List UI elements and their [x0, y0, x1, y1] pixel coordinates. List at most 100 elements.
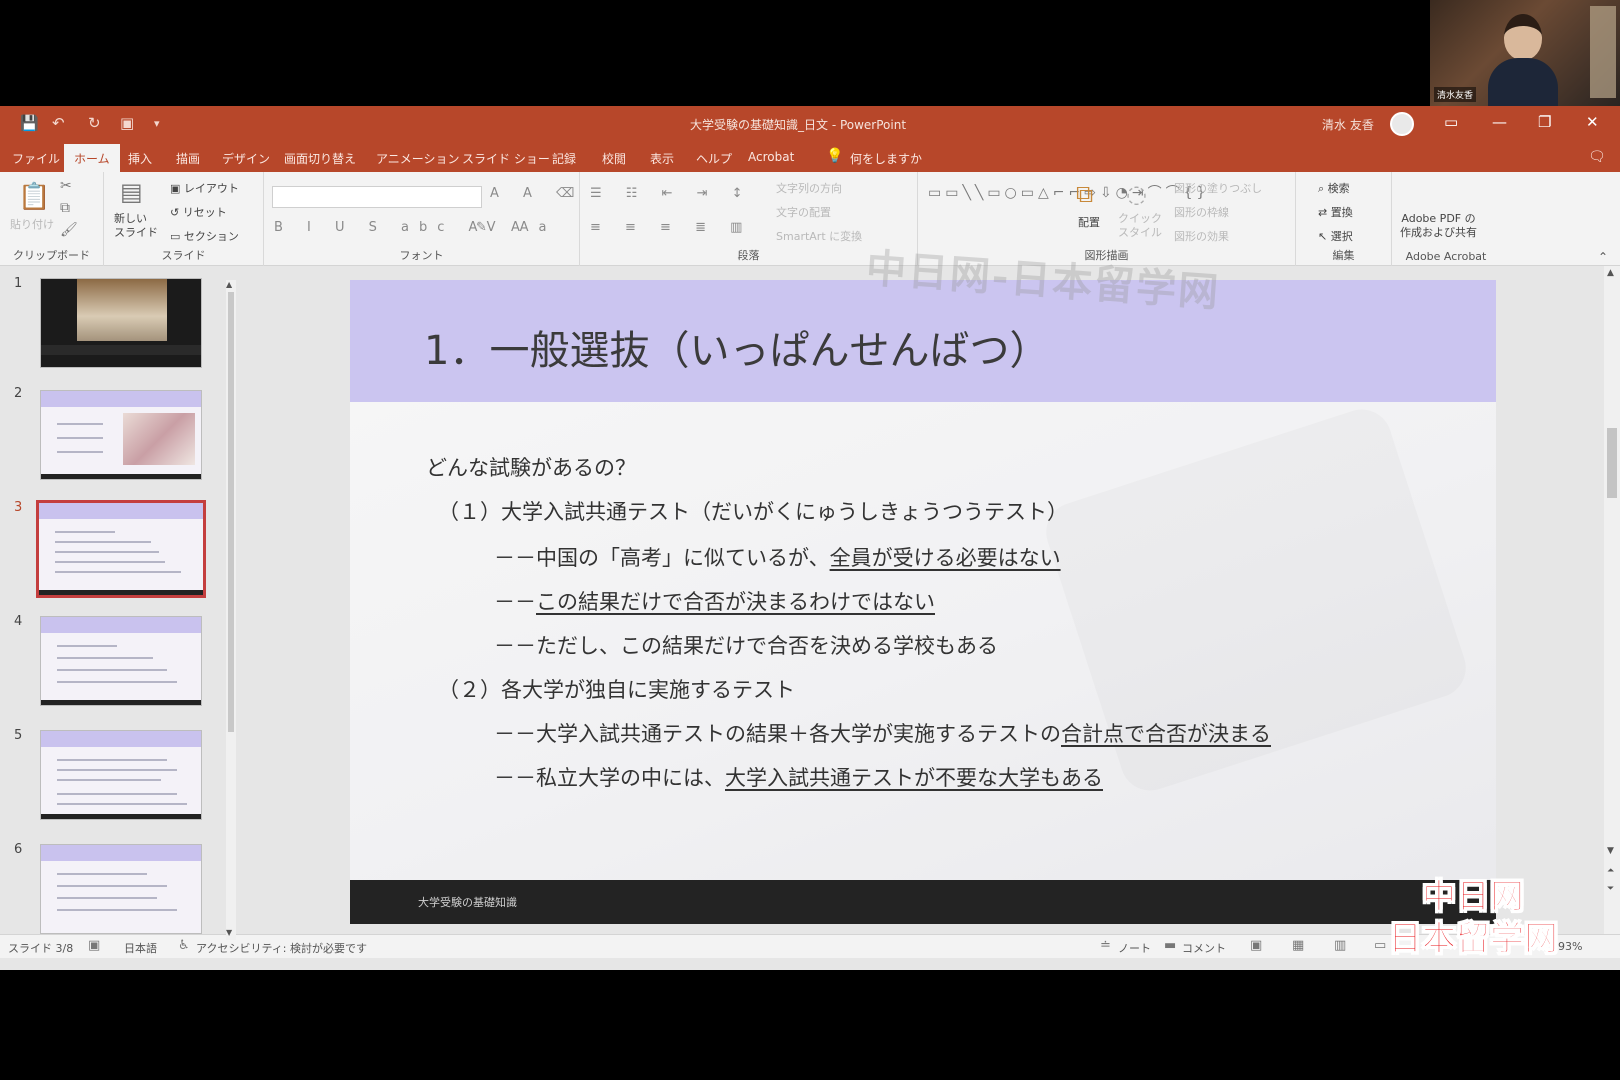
thumbnail-scrollbar-thumb[interactable] [228, 292, 234, 732]
scroll-up-icon[interactable]: ▲ [1607, 268, 1614, 278]
thumbnail-line [57, 897, 157, 899]
tab-slideshow[interactable]: スライド ショー [462, 150, 550, 167]
shapes-gallery[interactable]: ▭▭╲╲▭○▭△⌐⌐⇨⇩◔⇥⌒⌒{} [928, 182, 1205, 204]
user-avatar-icon[interactable] [1390, 112, 1414, 136]
thumb-scroll-up-icon[interactable]: ▲ [226, 280, 232, 289]
redo-icon[interactable]: ↻ [88, 114, 101, 132]
tab-review[interactable]: 校閲 [602, 150, 626, 167]
slide-item-2[interactable]: （２）各大学が独自に実施するテスト [438, 674, 795, 704]
font-name-box[interactable] [272, 186, 482, 208]
next-slide-icon[interactable]: ⏷ [1607, 884, 1614, 894]
select-button[interactable]: ↖ 選択 [1318, 228, 1353, 244]
new-slide-icon[interactable]: ▤ [120, 178, 143, 206]
slide-bullet-2[interactable]: －－この結果だけで合否が決まるわけではない [494, 586, 935, 616]
slide-bullet-3[interactable]: －－ただし、この結果だけで合否を決める学校もある [494, 630, 998, 660]
slide-sorter-icon[interactable]: ▦ [1292, 938, 1304, 953]
paste-icon[interactable]: 📋 [18, 182, 50, 212]
tab-help[interactable]: ヘルプ [696, 150, 732, 167]
shape-fill-button[interactable]: 図形の塗りつぶし [1174, 180, 1262, 196]
reset-button[interactable]: ↺ リセット [170, 204, 227, 220]
comment-icon[interactable]: ▬ [1164, 938, 1176, 953]
cut-icon[interactable]: ✂ [60, 178, 72, 194]
maximize-icon[interactable]: ❐ [1538, 113, 1551, 131]
save-icon[interactable]: 💾 [20, 114, 39, 132]
comments-icon[interactable]: 🗨 [1588, 149, 1606, 165]
slide-thumbnail-5[interactable] [40, 730, 202, 820]
slide-question[interactable]: どんな試験があるの？ [426, 452, 636, 482]
collapse-ribbon-icon[interactable]: ⌃ [1598, 250, 1608, 264]
slide-thumbnail-4[interactable] [40, 616, 202, 706]
reading-view-icon[interactable]: ▥ [1334, 938, 1346, 953]
accessibility-icon[interactable]: ♿ [178, 938, 190, 953]
layout-button[interactable]: ▣ レイアウト [170, 180, 239, 196]
current-slide[interactable]: 1．一般選抜（いっぱんせんばつ） どんな試験があるの？ （１）大学入試共通テスト… [350, 280, 1496, 924]
thumbnail-scrollbar[interactable]: ▲ ▼ [226, 280, 236, 940]
slide-item-1[interactable]: （１）大学入試共通テスト（だいがくにゅうしきょうつうテスト） [438, 496, 1068, 526]
font-size-controls[interactable]: A A ⌫ [490, 186, 584, 201]
comments-button[interactable]: コメント [1182, 940, 1226, 956]
arrange-icon[interactable]: ⧉ [1076, 180, 1093, 208]
spellcheck-icon[interactable]: ▣ [88, 938, 100, 953]
find-button[interactable]: ⌕ 検索 [1318, 180, 1350, 196]
quick-styles-button[interactable]: クイック スタイル [1118, 212, 1162, 240]
notes-icon[interactable]: ≐ [1100, 938, 1111, 953]
slide-count: スライド 3/8 [8, 942, 74, 955]
section-button[interactable]: ▭ セクション [170, 228, 239, 244]
lightbulb-icon[interactable]: 💡 [826, 148, 843, 164]
tab-home[interactable]: ホーム [64, 144, 120, 172]
slide-thumbnail-2[interactable] [40, 390, 202, 480]
slide-thumbnail-1[interactable] [40, 278, 202, 368]
align-buttons[interactable]: ≡ ≡ ≡ ≣ ▥ [590, 220, 752, 235]
tab-insert[interactable]: 挿入 [128, 150, 152, 167]
scroll-down-icon[interactable]: ▼ [1607, 846, 1614, 856]
undo-icon[interactable]: ↶ [52, 114, 65, 132]
user-name[interactable]: 清水 友香 [1322, 116, 1374, 133]
tab-design[interactable]: デザイン [222, 150, 270, 167]
minimize-icon[interactable]: — [1492, 113, 1507, 131]
slide-scrollbar[interactable]: ▲ ▼ ⏶ ⏷ [1604, 266, 1620, 934]
tab-draw[interactable]: 描画 [176, 150, 200, 167]
paste-button[interactable]: 貼り付け [10, 216, 54, 232]
thumb-scroll-down-icon[interactable]: ▼ [226, 928, 232, 937]
scrollbar-thumb[interactable] [1607, 428, 1617, 498]
copy-icon[interactable]: ⧉ [60, 200, 70, 216]
normal-view-icon[interactable]: ▣ [1250, 938, 1262, 953]
shape-effects-button[interactable]: 図形の効果 [1174, 228, 1229, 244]
new-slide-button[interactable]: 新しい スライド [114, 212, 158, 240]
format-painter-icon[interactable]: 🖌 [60, 222, 78, 238]
tell-me-search[interactable]: 何をしますか [850, 150, 922, 167]
presentation-start-icon[interactable]: ▣ [120, 114, 134, 132]
bullet-emphasis: 大学入試共通テストが不要な大学もある [725, 766, 1103, 790]
tab-file[interactable]: ファイル [12, 150, 60, 167]
slide-bullet-5[interactable]: －－私立大学の中には、大学入試共通テストが不要な大学もある [494, 762, 1103, 792]
list-buttons[interactable]: ☰ ☷ ⇤ ⇥ ↕ [590, 186, 753, 201]
shape-outline-button[interactable]: 図形の枠線 [1174, 204, 1229, 220]
tab-record[interactable]: 記録 [552, 150, 576, 167]
notes-button[interactable]: ノート [1118, 940, 1151, 956]
text-direction-button[interactable]: 文字列の方向 [776, 180, 842, 196]
arrange-button[interactable]: 配置 [1078, 214, 1100, 230]
tab-acrobat[interactable]: Acrobat [748, 150, 794, 164]
language[interactable]: 日本語 [124, 940, 157, 956]
accessibility-status[interactable]: アクセシビリティ: 検討が必要です [196, 940, 367, 956]
create-pdf-button[interactable]: Adobe PDF の 作成および共有 [1400, 212, 1477, 240]
slide-thumbnail-6[interactable] [40, 844, 202, 934]
align-text-button[interactable]: 文字の配置 [776, 204, 831, 220]
thumbnail-number: 3 [14, 500, 23, 515]
tab-view[interactable]: 表示 [650, 150, 674, 167]
customize-quick-access-icon[interactable]: ▾ [154, 117, 160, 130]
font-color-buttons[interactable]: ✎ A [476, 220, 530, 235]
close-icon[interactable]: ✕ [1586, 113, 1599, 131]
slide-title[interactable]: 1．一般選抜（いっぱんせんばつ） [424, 318, 1049, 376]
ribbon-display-options-icon[interactable]: ▭ [1444, 113, 1458, 131]
tab-transitions[interactable]: 画面切り替え [284, 150, 356, 167]
slide-thumbnail-3[interactable] [36, 500, 206, 598]
tab-animations[interactable]: アニメーション [376, 150, 460, 167]
quick-styles-icon[interactable]: ◌ [1126, 180, 1147, 208]
slide-bullet-4[interactable]: －－大学入試共通テストの結果＋各大学が実施するテストの合計点で合否が決まる [494, 718, 1271, 748]
replace-button[interactable]: ⇄ 置換 [1318, 204, 1353, 220]
thumbnail-line [57, 873, 147, 875]
convert-smartart-button[interactable]: SmartArt に変換 [776, 228, 862, 244]
slide-bullet-1[interactable]: －－中国の「高考」に似ているが、全員が受ける必要はない [494, 542, 1061, 572]
previous-slide-icon[interactable]: ⏶ [1607, 866, 1614, 876]
